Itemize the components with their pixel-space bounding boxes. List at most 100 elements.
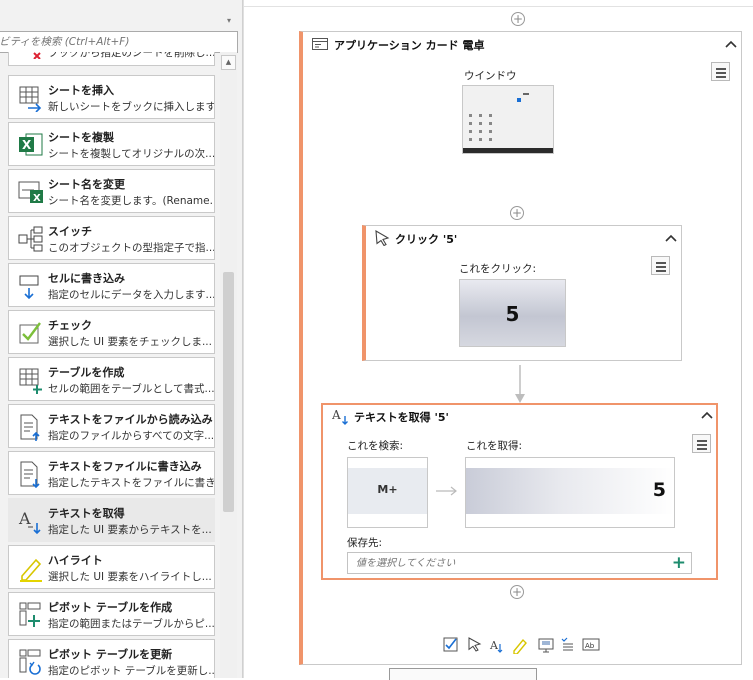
activity-search-input[interactable] bbox=[0, 32, 237, 52]
get-element-preview[interactable]: 5 bbox=[465, 457, 675, 528]
activity-item-get-text[interactable]: A テキストを取得 指定した UI 要素からテキストを... bbox=[8, 498, 215, 542]
search-element-image: M+ bbox=[348, 468, 427, 514]
quick-text-field-icon[interactable]: Ab bbox=[582, 638, 600, 651]
activity-desc: 選択した UI 要素をチェックしま... bbox=[48, 336, 212, 348]
activity-list: ブックから指定のシートを削除し... シートを挿入 新しいシートをブックに挿入し… bbox=[0, 52, 218, 678]
activities-panel: ▾ ブックから指定のシートを削除し... シートを挿入 新しいシートをブックに挿… bbox=[0, 0, 243, 678]
activity-desc: シート名を変更します。(Rename... bbox=[48, 195, 214, 207]
svg-text:A: A bbox=[18, 509, 31, 528]
window-label: ウインドウ bbox=[464, 70, 517, 82]
activity-title: ピボット テーブルを更新 bbox=[48, 648, 173, 661]
collapse-chevron-icon[interactable] bbox=[665, 233, 677, 243]
window-icon bbox=[312, 38, 328, 50]
click-card-title: クリック '5' bbox=[395, 233, 458, 246]
save-to-field[interactable]: + bbox=[347, 552, 692, 574]
activity-title: テキストをファイルから読み込み bbox=[48, 413, 213, 426]
activity-title: シート名を変更 bbox=[48, 178, 125, 191]
activity-title: テキストをファイルに書き込み bbox=[48, 460, 202, 473]
application-card-title: アプリケーション カード 電卓 bbox=[334, 39, 485, 52]
activity-item-copy-sheet[interactable]: X シートを複製 シートを複製してオリジナルの次... bbox=[8, 122, 215, 166]
activity-desc: シートを複製してオリジナルの次... bbox=[48, 148, 214, 160]
write-text-file-icon bbox=[18, 460, 44, 489]
get-text-card-menu-button[interactable] bbox=[692, 434, 711, 453]
activity-search-box[interactable] bbox=[0, 31, 238, 53]
click-target-value: 5 bbox=[505, 302, 520, 326]
activity-desc: このオブジェクトの型指定子で指... bbox=[48, 242, 214, 254]
click-card[interactable]: クリック '5' これをクリック: 5 bbox=[362, 225, 682, 361]
svg-text:A: A bbox=[332, 408, 341, 422]
activity-item-delete-sheet[interactable]: ブックから指定のシートを削除し... bbox=[8, 52, 215, 66]
activity-title: シートを挿入 bbox=[48, 84, 114, 97]
activity-list-scrollbar[interactable]: ▲ bbox=[220, 52, 237, 678]
activity-title: ピボット テーブルを作成 bbox=[48, 601, 173, 614]
app-card-menu-button[interactable] bbox=[711, 62, 730, 81]
get-element-label: これを取得: bbox=[466, 440, 523, 452]
quick-list-icon[interactable] bbox=[561, 637, 573, 651]
designer-bottom-tab[interactable] bbox=[389, 668, 537, 680]
save-to-input[interactable] bbox=[354, 555, 654, 571]
search-element-preview[interactable]: M+ bbox=[347, 457, 428, 528]
quick-display-icon[interactable] bbox=[538, 638, 554, 653]
refresh-pivot-icon bbox=[18, 648, 44, 676]
add-activity-icon[interactable] bbox=[510, 206, 524, 220]
activity-item-create-table[interactable]: テーブルを作成 セルの範囲をテーブルとして書式... bbox=[8, 357, 215, 401]
click-cursor-icon bbox=[375, 230, 390, 246]
activity-title: チェック bbox=[48, 319, 92, 332]
activity-item-rename-sheet[interactable]: X シート名を変更 シート名を変更します。(Rename... bbox=[8, 169, 215, 213]
quick-get-text-icon[interactable]: A bbox=[489, 639, 503, 653]
highlight-icon bbox=[18, 554, 44, 582]
click-card-menu-button[interactable] bbox=[651, 256, 670, 275]
add-activity-top-icon[interactable] bbox=[511, 12, 525, 26]
quick-check-icon[interactable] bbox=[443, 637, 458, 652]
excel-icon: X bbox=[18, 131, 44, 159]
workflow-designer: アプリケーション カード 電卓 ウインドウ クリック '5' bbox=[243, 0, 753, 680]
get-element-image: 5 bbox=[466, 468, 674, 514]
activity-item-check[interactable]: チェック 選択した UI 要素をチェックしま... bbox=[8, 310, 215, 354]
activity-title: セルに書き込み bbox=[48, 272, 125, 285]
activity-desc: 指定のセルにデータを入力します... bbox=[48, 289, 214, 301]
designer-top-border bbox=[244, 0, 753, 7]
arrow-right-icon bbox=[436, 486, 457, 496]
activity-item-switch[interactable]: スイッチ このオブジェクトの型指定子で指... bbox=[8, 216, 215, 260]
read-text-file-icon bbox=[18, 413, 44, 441]
svg-text:A: A bbox=[489, 639, 499, 652]
activity-item-refresh-pivot[interactable]: ピボット テーブルを更新 指定のピボット テーブルを更新し... bbox=[8, 639, 215, 678]
svg-text:Ab: Ab bbox=[585, 642, 595, 650]
get-text-icon: A bbox=[18, 507, 44, 535]
quick-highlight-icon[interactable] bbox=[513, 638, 527, 655]
panel-header: ▾ bbox=[0, 0, 242, 31]
svg-text:X: X bbox=[22, 138, 32, 152]
write-cell-icon bbox=[18, 272, 44, 300]
quick-click-icon[interactable] bbox=[468, 637, 482, 652]
click-target-preview[interactable]: 5 bbox=[459, 279, 566, 347]
switch-icon bbox=[18, 225, 44, 253]
click-target-label: これをクリック: bbox=[459, 263, 537, 275]
get-text-card[interactable]: A テキストを取得 '5' これを検索: これを取得: M+ 5 保存先: 値を… bbox=[321, 403, 718, 580]
scroll-up-icon[interactable]: ▲ bbox=[221, 55, 236, 70]
scrollbar-thumb[interactable] bbox=[223, 272, 234, 512]
add-activity-icon[interactable] bbox=[510, 585, 524, 599]
activity-desc: 指定した UI 要素からテキストを... bbox=[48, 524, 212, 536]
activity-item-write-cell[interactable]: セルに書き込み 指定のセルにデータを入力します... bbox=[8, 263, 215, 307]
search-element-value: M+ bbox=[377, 483, 398, 496]
activity-title: シートを複製 bbox=[48, 131, 114, 144]
activity-desc: 指定の範囲またはテーブルからピ... bbox=[48, 618, 214, 630]
activity-item-insert-sheet[interactable]: シートを挿入 新しいシートをブックに挿入します... bbox=[8, 75, 215, 119]
calculator-thumbnail-image bbox=[463, 86, 553, 153]
rename-sheet-icon: X bbox=[18, 178, 44, 206]
quick-activity-toolbar: A Ab bbox=[443, 636, 613, 656]
panel-options-icon[interactable]: ▾ bbox=[227, 16, 231, 25]
activity-title: テーブルを作成 bbox=[48, 366, 125, 379]
activity-desc: ブックから指定のシートを削除し... bbox=[48, 52, 214, 59]
activity-item-write-text-file[interactable]: テキストをファイルに書き込み 指定したテキストをファイルに書き... bbox=[8, 451, 215, 495]
activity-item-create-pivot[interactable]: ピボット テーブルを作成 指定の範囲またはテーブルからピ... bbox=[8, 592, 215, 636]
activity-item-highlight[interactable]: ハイライト 選択した UI 要素をハイライトし... bbox=[8, 545, 215, 589]
add-variable-icon[interactable]: + bbox=[672, 553, 686, 573]
collapse-chevron-icon[interactable] bbox=[725, 39, 737, 49]
activity-item-read-text-file[interactable]: テキストをファイルから読み込み 指定のファイルからすべての文字... bbox=[8, 404, 215, 448]
activity-title: テキストを取得 bbox=[48, 507, 125, 520]
svg-text:X: X bbox=[33, 193, 41, 204]
application-card[interactable]: アプリケーション カード 電卓 ウインドウ クリック '5' bbox=[299, 31, 742, 665]
window-screenshot-thumbnail[interactable] bbox=[462, 85, 554, 154]
collapse-chevron-icon[interactable] bbox=[701, 410, 713, 420]
